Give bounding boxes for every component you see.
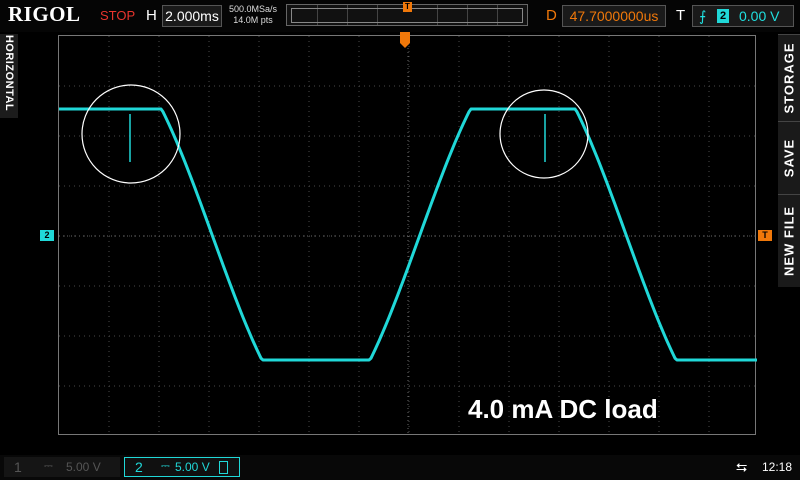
rising-edge-icon: ⨍: [699, 8, 707, 24]
acquisition-info: 500.0MSa/s 14.0M pts: [222, 4, 284, 26]
clock: 12:18: [762, 460, 793, 474]
trigger-time-marker: [400, 32, 410, 48]
usb-icon: ⮀: [736, 459, 748, 475]
graticule: [59, 36, 757, 436]
sample-rate: 500.0MSa/s: [228, 4, 278, 14]
menu-item-save[interactable]: SAVE: [778, 121, 800, 194]
ch2-number: 2: [135, 459, 143, 475]
trigger-source-badge: 2: [717, 9, 729, 23]
trigger-label: T: [676, 7, 686, 24]
channel-1-indicator[interactable]: 1 ⎓ 5.00 V: [4, 457, 120, 477]
ch1-number: 1: [14, 459, 22, 475]
delay-value[interactable]: 47.7000000us: [562, 5, 666, 27]
horizontal-tab-label: HORIZONTAL: [3, 34, 15, 112]
waveform-display[interactable]: [58, 35, 757, 436]
ch2-scale: 5.00 V: [175, 460, 210, 474]
save-label: SAVE: [781, 138, 797, 178]
bandwidth-limit-icon: [219, 461, 228, 474]
trigger-position-marker: T: [403, 2, 412, 12]
ch2-waveform: [59, 107, 757, 362]
storage-label: STORAGE: [781, 42, 797, 114]
menu-item-storage[interactable]: STORAGE: [778, 34, 800, 121]
bottom-status-bar: 1 ⎓ 5.00 V 2 ⎓ 5.00 V ⮀ 12:18: [0, 455, 800, 480]
highlight-circle-2: [499, 89, 589, 179]
memory-overview-strip: T: [286, 2, 528, 26]
ch2-ground-marker[interactable]: 2: [40, 230, 54, 241]
memory-depth: 14.0M pts: [233, 15, 273, 25]
trigger-level-marker[interactable]: T: [758, 230, 772, 241]
highlight-circle-1: [81, 84, 181, 184]
horizontal-label: H: [146, 7, 157, 24]
dc-coupling-icon: ⎓: [161, 460, 170, 472]
ch1-scale: 5.00 V: [66, 460, 101, 474]
dc-coupling-icon: ⎓: [44, 460, 53, 472]
timebase-value[interactable]: 2.000ms: [162, 5, 222, 27]
channel-2-indicator[interactable]: 2 ⎓ 5.00 V: [124, 457, 240, 477]
delay-label: D: [546, 7, 557, 24]
annotation-label: 4.0 mA DC load: [468, 394, 658, 424]
top-status-bar: RIGOL STOP H 2.000ms 500.0MSa/s 14.0M pt…: [0, 0, 800, 32]
new-file-label: NEW FILE: [781, 205, 797, 277]
horizontal-menu-tab[interactable]: HORIZONTAL: [0, 34, 18, 118]
run-status-badge[interactable]: STOP: [100, 8, 135, 23]
trigger-level-value: 0.00 V: [739, 8, 780, 24]
brand-logo: RIGOL: [8, 2, 81, 26]
trigger-settings[interactable]: ⨍ 2 0.00 V: [692, 5, 794, 27]
menu-item-new-file[interactable]: NEW FILE: [778, 194, 800, 287]
